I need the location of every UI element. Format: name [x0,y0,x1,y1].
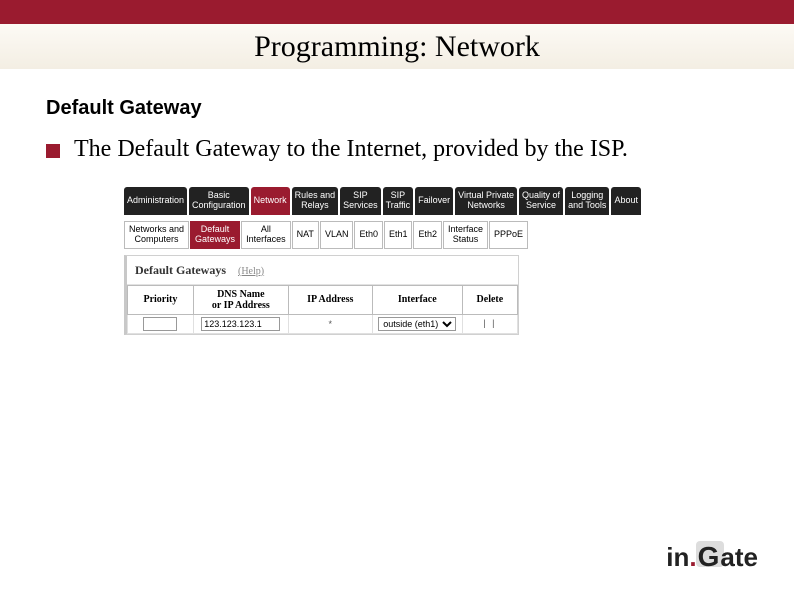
sub-tab-networks-and-computers[interactable]: Networks and Computers [124,221,189,249]
slide-title: Programming: Network [254,30,540,64]
main-tab-bar: AdministrationBasic ConfigurationNetwork… [124,187,644,215]
ip-cell: * [288,314,372,333]
table-row: * outside (eth1) | | [128,314,518,333]
interface-select[interactable]: outside (eth1) [378,317,456,331]
sub-tab-vlan[interactable]: VLAN [320,221,354,249]
bullet-icon [46,144,60,158]
title-bar: Programming: Network [0,24,794,69]
header-bar [0,0,794,24]
main-tab-administration[interactable]: Administration [124,187,187,215]
main-tab-logging-and-tools[interactable]: Logging and Tools [565,187,609,215]
sub-tab-default-gateways[interactable]: Default Gateways [190,221,240,249]
main-tab-quality-of-service[interactable]: Quality of Service [519,187,563,215]
main-tab-about[interactable]: About [611,187,641,215]
col-interface: Interface [372,285,462,314]
sub-tab-eth2[interactable]: Eth2 [413,221,442,249]
sub-tab-eth0[interactable]: Eth0 [354,221,383,249]
dns-input[interactable] [201,317,280,331]
logo-in: in [666,542,689,573]
gateway-table: Priority DNS Name or IP Address IP Addre… [127,285,518,334]
main-tab-virtual-private-networks[interactable]: Virtual Private Networks [455,187,517,215]
panel-header: Default Gateways (Help) [127,256,518,285]
col-dns: DNS Name or IP Address [193,285,288,314]
col-delete: Delete [462,285,517,314]
config-screenshot: AdministrationBasic ConfigurationNetwork… [124,187,644,335]
col-priority: Priority [128,285,194,314]
sub-tab-interface-status[interactable]: Interface Status [443,221,488,249]
col-ip: IP Address [288,285,372,314]
bullet-text: The Default Gateway to the Internet, pro… [74,136,628,163]
ingate-logo: in.Gate [666,541,758,573]
main-tab-sip-traffic[interactable]: SIP Traffic [383,187,414,215]
main-tab-rules-and-relays[interactable]: Rules and Relays [292,187,339,215]
main-tab-failover[interactable]: Failover [415,187,453,215]
delete-marks[interactable]: | | [483,318,496,328]
main-tab-basic-configuration[interactable]: Basic Configuration [189,187,249,215]
sub-tab-eth1[interactable]: Eth1 [384,221,413,249]
bullet-item: The Default Gateway to the Internet, pro… [46,136,748,163]
section-title: Default Gateway [46,97,748,120]
main-tab-sip-services[interactable]: SIP Services [340,187,381,215]
sub-tab-all-interfaces[interactable]: All Interfaces [241,221,291,249]
panel-title: Default Gateways [135,263,226,277]
help-link[interactable]: (Help) [238,266,264,277]
default-gateways-panel: Default Gateways (Help) Priority DNS Nam… [124,255,519,335]
priority-input[interactable] [143,317,177,331]
logo-g: G [698,541,720,573]
sub-tab-bar: Networks and ComputersDefault GatewaysAl… [124,221,644,249]
sub-tab-nat[interactable]: NAT [292,221,319,249]
main-tab-network[interactable]: Network [251,187,290,215]
logo-dot: . [689,542,696,573]
logo-ate: ate [720,542,758,573]
sub-tab-pppoe[interactable]: PPPoE [489,221,528,249]
content-area: Default Gateway The Default Gateway to t… [0,69,794,335]
